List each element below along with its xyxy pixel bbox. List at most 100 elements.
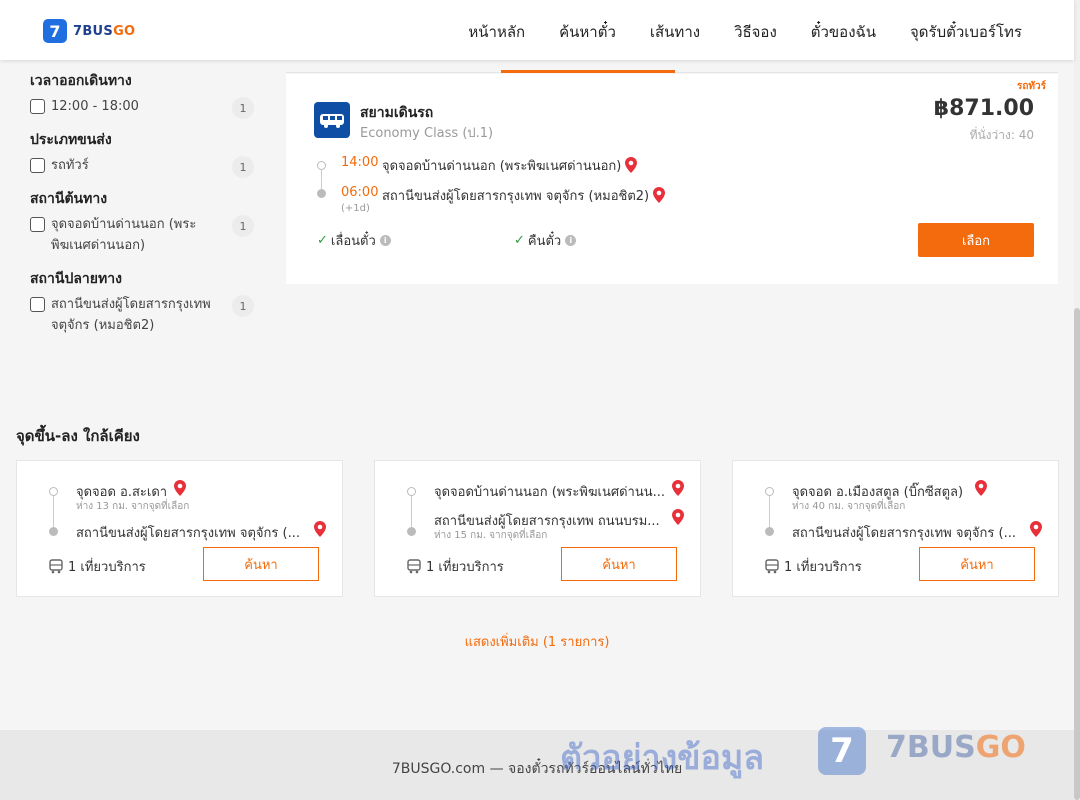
count-badge: 1 (232, 156, 254, 178)
filter-option-label: จุดจอดบ้านด่านนอก (พระพิฆเนศด่านนอก) (51, 217, 197, 253)
count-badge: 1 (232, 215, 254, 237)
map-pin-icon[interactable] (314, 521, 326, 537)
route-connector (769, 492, 770, 530)
nearby-search-button[interactable]: ค้นหา (561, 547, 677, 581)
destination-dot-icon (407, 527, 416, 536)
show-more-link[interactable]: แสดงเพิ่มเติม (1 รายการ) (0, 631, 1074, 652)
nearby-destination: สถานีขนส่งผู้โดยสารกรุงเทพ จตุจักร (... (792, 526, 1016, 541)
filter-origin-station: สถานีต้นทาง จุดจอดบ้านด่านนอก (พระพิฆเนศ… (30, 188, 260, 256)
nearby-route-card: จุดจอด อ.เมืองสตูล (บิ๊กซีสตูล) ห่าง 40 … (732, 460, 1059, 597)
map-pin-icon[interactable] (672, 480, 684, 496)
nav-home[interactable]: หน้าหลัก (468, 20, 525, 44)
arrival-time: 06:00 (341, 185, 379, 200)
watermark-logo-icon: 7 (818, 727, 866, 775)
bus-type-tag: รถทัวร์ (1016, 81, 1046, 92)
nearby-destination: สถานีขนส่งผู้โดยสารกรุงเทพ จตุจักร (... (76, 526, 300, 541)
filter-option-label: รถทัวร์ (51, 158, 89, 173)
filter-title: เวลาออกเดินทาง (30, 73, 132, 89)
arrival-stop: สถานีขนส่งผู้โดยสารกรุงเทพ จตุจักร (หมอช… (382, 185, 666, 206)
bus-icon (49, 559, 63, 574)
destination-dot-icon (317, 189, 326, 198)
logo-brand-text: 7BUS (73, 23, 114, 39)
nearby-origin-distance: ห่าง 40 กม. จากจุดที่เลือก (792, 501, 906, 512)
nearby-route-card: จุดจอด อ.สะเดา ห่าง 13 กม. จากจุดที่เลือ… (16, 460, 343, 597)
service-count: 1 เที่ยวบริการ (407, 556, 504, 577)
nav-ticket-pickup[interactable]: จุดรับตั๋วเบอร์โทร (910, 20, 1022, 44)
route-connector (53, 492, 54, 530)
filter-option[interactable]: รถทัวร์ 1 (30, 156, 260, 178)
trip-result-card: รถทัวร์ สยามเดินรถ Economy Class (ป.1) ฿… (286, 74, 1058, 284)
next-day-indicator: (+1d) (341, 203, 370, 214)
filter-option[interactable]: สถานีขนส่งผู้โดยสารกรุงเทพ จตุจักร (หมอช… (30, 295, 260, 336)
filter-option[interactable]: จุดจอดบ้านด่านนอก (พระพิฆเนศด่านนอก) 1 (30, 215, 260, 256)
nav-my-tickets[interactable]: ตั๋วของฉัน (811, 20, 876, 44)
operator-logo-icon (314, 102, 350, 138)
filter-checkbox[interactable] (30, 217, 45, 232)
nav-search-tickets[interactable]: ค้นหาตั๋ว (559, 20, 616, 44)
filter-title: สถานีต้นทาง (30, 191, 108, 207)
check-icon: ✓ (317, 233, 328, 248)
count-badge: 1 (232, 295, 254, 317)
nearby-search-button[interactable]: ค้นหา (919, 547, 1035, 581)
logo-mark-icon: 7 (43, 19, 67, 43)
select-trip-button[interactable]: เลือก (918, 223, 1034, 257)
bus-icon (765, 559, 779, 574)
scrollbar-thumb[interactable] (1074, 308, 1080, 800)
map-pin-icon[interactable] (653, 187, 666, 203)
watermark-brand: 7BUSGO (886, 730, 1026, 765)
info-icon[interactable]: i (565, 235, 577, 246)
service-count-label: 1 เที่ยวบริการ (784, 560, 862, 575)
active-tab-indicator (501, 70, 675, 73)
logo-wordmark: 7BUSGO (73, 24, 135, 39)
departure-stop: จุดจอดบ้านด่านนอก (พระพิฆเนศด่านนอก) (382, 155, 638, 176)
filter-title: ประเภทขนส่ง (30, 132, 112, 148)
map-pin-icon[interactable] (975, 480, 987, 496)
filter-title: สถานีปลายทาง (30, 271, 122, 287)
site-logo[interactable]: 7 7BUSGO (43, 19, 135, 43)
check-icon: ✓ (514, 233, 525, 248)
service-count: 1 เที่ยวบริการ (765, 556, 862, 577)
departure-time: 14:00 (341, 155, 379, 170)
nav-how-to-book[interactable]: วิธีจอง (734, 20, 777, 44)
filter-option-label: สถานีขนส่งผู้โดยสารกรุงเทพ จตุจักร (หมอช… (51, 297, 211, 333)
operator-name: สยามเดินรถ (360, 105, 434, 121)
filter-transport-type: ประเภทขนส่ง รถทัวร์ 1 (30, 129, 260, 178)
origin-dot-icon (407, 487, 416, 496)
arrival-stop-label: สถานีขนส่งผู้โดยสารกรุงเทพ จตุจักร (หมอช… (382, 189, 650, 204)
origin-dot-icon (765, 487, 774, 496)
nearby-origin-distance: ห่าง 13 กม. จากจุดที่เลือก (76, 501, 190, 512)
nearby-destination-distance: ห่าง 15 กม. จากจุดที่เลือก (434, 530, 548, 541)
feature-label: คืนตั๋ว (527, 234, 562, 249)
origin-dot-icon (317, 161, 326, 170)
nav-routes[interactable]: เส้นทาง (650, 20, 700, 44)
route-connector (411, 492, 412, 530)
map-pin-icon[interactable] (625, 157, 638, 173)
origin-dot-icon (49, 487, 58, 496)
departure-stop-label: จุดจอดบ้านด่านนอก (พระพิฆเนศด่านนอก) (382, 159, 622, 174)
top-header: 7 7BUSGO หน้าหลัก ค้นหาตั๋ว เส้นทาง วิธี… (0, 0, 1074, 60)
filter-departure-time: เวลาออกเดินทาง 12:00 - 18:00 1 (30, 70, 260, 119)
map-pin-icon[interactable] (672, 509, 684, 525)
count-badge: 1 (232, 97, 254, 119)
watermark-brand-text: 7BUS (886, 730, 976, 765)
feature-label: เลื่อนตั๋ว (330, 234, 376, 249)
filter-checkbox[interactable] (30, 158, 45, 173)
watermark-text: ตัวอย่างข้อมูล (560, 738, 765, 778)
ticket-price: ฿871.00 (933, 96, 1034, 121)
map-pin-icon[interactable] (1030, 521, 1042, 537)
filter-checkbox[interactable] (30, 99, 45, 114)
filter-checkbox[interactable] (30, 297, 45, 312)
filter-destination-station: สถานีปลายทาง สถานีขนส่งผู้โดยสารกรุงเทพ … (30, 268, 260, 336)
info-icon[interactable]: i (379, 235, 391, 246)
bus-class: Economy Class (ป.1) (360, 126, 494, 141)
map-pin-icon[interactable] (174, 480, 186, 496)
nearby-section-title: จุดขึ้น-ลง ใกล้เคียง (16, 427, 140, 445)
feature-refund: ✓ คืนตั๋ว i (514, 230, 577, 251)
filter-option[interactable]: 12:00 - 18:00 1 (30, 97, 260, 119)
nearby-search-button[interactable]: ค้นหา (203, 547, 319, 581)
destination-dot-icon (49, 527, 58, 536)
destination-dot-icon (765, 527, 774, 536)
watermark-brand-accent: GO (975, 730, 1026, 765)
available-seats: ที่นั่งว่าง: 40 (969, 128, 1034, 142)
nearby-route-card: จุดจอดบ้านด่านนอก (พระพิฆเนศด่านน... สถา… (374, 460, 701, 597)
